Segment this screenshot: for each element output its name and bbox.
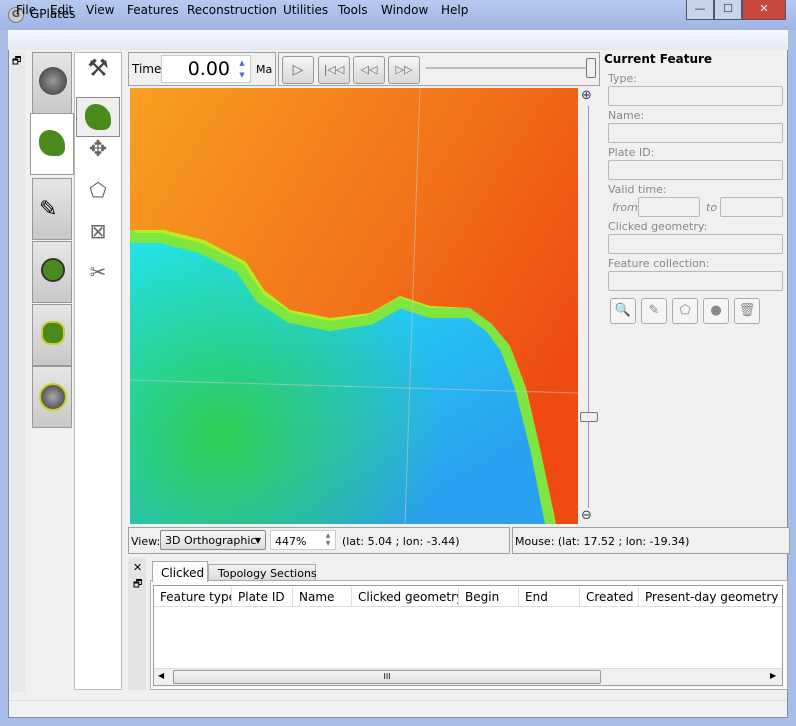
column-created[interactable]: Created: [580, 587, 639, 607]
zoom-slider[interactable]: ⊕ ⊖: [579, 88, 599, 526]
scroll-left-icon[interactable]: ◀: [158, 671, 164, 680]
edit-feature-button[interactable]: ✎: [641, 298, 667, 324]
to-label: to: [706, 201, 718, 214]
topology-tool[interactable]: [32, 241, 72, 303]
step-forward-button[interactable]: ▷▷: [388, 56, 420, 84]
time-spinner[interactable]: ▲ ▼: [233, 57, 251, 81]
valid-from-field[interactable]: [638, 197, 700, 217]
plate-shape-icon: ●: [710, 303, 722, 318]
globe-icon: [39, 67, 67, 95]
zoom-slider-track[interactable]: [588, 106, 589, 508]
query-feature-button[interactable]: 🔍: [610, 298, 636, 324]
edit-document-icon: ✎: [648, 303, 660, 318]
delete-vertex-icon[interactable]: ⊠: [76, 219, 120, 259]
small-circle-icon: [39, 383, 67, 411]
view-label: View:: [131, 535, 161, 548]
measure-distance-icon[interactable]: ⚒: [76, 54, 120, 94]
menu-bar: [8, 30, 788, 50]
camera-coordinates: (lat: 5.04 ; lon: -3.44): [342, 535, 460, 548]
step-back-button[interactable]: ◁◁: [353, 56, 385, 84]
float-dock-icon[interactable]: 🗗: [12, 54, 21, 71]
africa-select-icon: [39, 130, 65, 156]
split-feature-icon[interactable]: ✂: [76, 260, 120, 300]
chevron-down-icon: ▼: [254, 536, 261, 545]
column-clicked-geometry[interactable]: Clicked geometry: [352, 587, 459, 607]
globe-canvas[interactable]: [130, 88, 578, 524]
name-field[interactable]: [608, 123, 783, 143]
time-unit: Ma: [256, 63, 273, 76]
plate-id-label: Plate ID:: [608, 146, 655, 159]
move-vertex-icon[interactable]: ✥: [76, 137, 120, 177]
maximize-button[interactable]: ☐: [714, 0, 742, 20]
delete-feature-button[interactable]: 🗑: [734, 298, 760, 324]
name-label: Name:: [608, 109, 645, 122]
feature-inspection-tool[interactable]: [30, 113, 74, 175]
column-present-day-geometry[interactable]: Present-day geometry (lat: [639, 587, 782, 607]
zoom-spinner[interactable]: ▲ ▼: [322, 532, 334, 548]
edit-geometry-button[interactable]: ⬠: [672, 298, 698, 324]
raster-map: [130, 88, 578, 524]
horizontal-scrollbar[interactable]: ◀ III ▶: [154, 668, 782, 685]
insert-vertex-icon[interactable]: ⬠: [76, 178, 120, 218]
zoom-out-icon[interactable]: ⊖: [581, 508, 592, 523]
trash-icon: 🗑: [738, 303, 756, 318]
menu-edit[interactable]: Edit: [50, 3, 73, 17]
reset-animation-button[interactable]: |◁◁: [318, 56, 350, 84]
plate-id-field[interactable]: [608, 160, 783, 180]
rotate-africa-icon: [41, 321, 65, 345]
topology-icon: [41, 258, 65, 282]
type-label: Type:: [608, 72, 637, 85]
play-button[interactable]: ▷: [282, 56, 314, 84]
valid-time-label: Valid time:: [608, 183, 667, 196]
valid-to-field[interactable]: [720, 197, 783, 217]
mouse-coordinates: Mouse: (lat: 17.52 ; lon: -19.34): [515, 535, 690, 548]
toolbox-dock: [11, 52, 25, 692]
scroll-right-icon[interactable]: ▶: [770, 671, 776, 680]
pole-manipulation-tool[interactable]: [32, 304, 72, 366]
small-circle-tool[interactable]: [32, 366, 72, 428]
menu-help[interactable]: Help: [441, 3, 468, 17]
time-slider-handle[interactable]: [586, 58, 596, 78]
view-globe-tool[interactable]: [32, 52, 72, 114]
menu-window[interactable]: Window: [381, 3, 428, 17]
from-label: from: [612, 201, 638, 214]
menu-features[interactable]: Features: [127, 3, 179, 17]
column-name[interactable]: Name: [293, 587, 352, 607]
close-button[interactable]: ✕: [742, 0, 786, 20]
tab-topology-sections[interactable]: Topology Sections: [208, 564, 317, 581]
projection-select[interactable]: 3D Orthographic ▼: [160, 530, 266, 550]
menu-file[interactable]: File: [16, 3, 36, 17]
clicked-geometry-field[interactable]: [608, 234, 783, 254]
choose-feature-button[interactable]: [76, 97, 120, 137]
zoom-slider-handle[interactable]: [580, 412, 598, 422]
polygon-edit-icon: ⬠: [679, 303, 691, 318]
zoom-in-icon[interactable]: ⊕: [581, 88, 592, 103]
close-dock-icon[interactable]: ✕: [133, 561, 142, 574]
scrollbar-thumb[interactable]: III: [173, 670, 601, 684]
type-field[interactable]: [608, 86, 783, 106]
column-plate-id[interactable]: Plate ID: [232, 587, 293, 607]
projection-value: 3D Orthographic: [165, 534, 257, 547]
digitise-polyline-icon: ✎: [39, 197, 58, 222]
africa-cursor-icon: [85, 104, 111, 130]
menu-view[interactable]: View: [86, 3, 114, 17]
time-slider-track[interactable]: [426, 67, 592, 69]
status-bar: [9, 700, 787, 717]
menu-tools[interactable]: Tools: [338, 3, 368, 17]
menu-utilities[interactable]: Utilities: [283, 3, 328, 17]
float-dock-icon[interactable]: 🗗: [133, 577, 142, 594]
digitise-tool[interactable]: ✎: [32, 178, 72, 240]
menu-reconstruction[interactable]: Reconstruction: [187, 3, 277, 17]
column-feature-type[interactable]: Feature type: [154, 587, 232, 607]
feature-collection-label: Feature collection:: [608, 257, 710, 270]
minimize-button[interactable]: —: [686, 0, 714, 20]
feature-collection-field[interactable]: [608, 271, 783, 291]
current-feature-title: Current Feature: [604, 52, 713, 66]
column-end[interactable]: End: [519, 587, 580, 607]
clicked-geometry-label: Clicked geometry:: [608, 220, 708, 233]
tab-clicked[interactable]: Clicked: [152, 561, 208, 582]
magnifier-icon: 🔍: [614, 303, 632, 318]
clone-feature-button[interactable]: ●: [703, 298, 729, 324]
column-begin[interactable]: Begin: [459, 587, 519, 607]
